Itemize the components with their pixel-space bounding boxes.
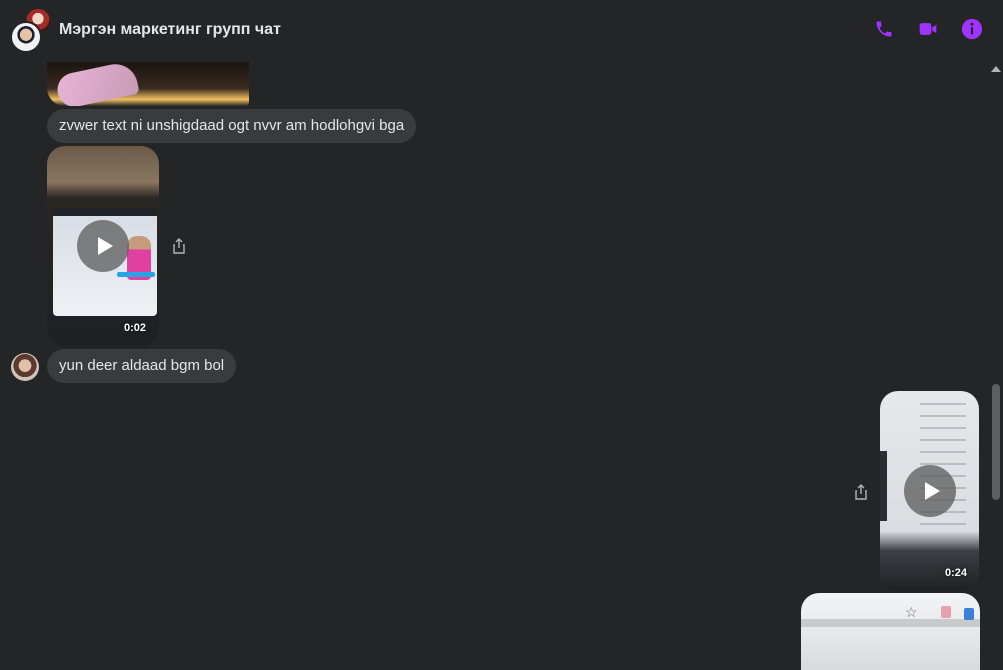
video-thumbnail bbox=[117, 272, 155, 277]
play-icon bbox=[924, 482, 940, 500]
share-button[interactable] bbox=[171, 237, 187, 255]
sender-avatar[interactable] bbox=[11, 353, 39, 381]
play-button[interactable] bbox=[77, 220, 129, 272]
phone-icon bbox=[876, 21, 892, 37]
avatar bbox=[10, 21, 42, 53]
video-attachment[interactable]: 0:02 bbox=[47, 146, 159, 346]
star-icon: ☆ bbox=[905, 604, 918, 620]
image-attachment[interactable]: ☆ bbox=[801, 593, 980, 670]
photo-content bbox=[801, 619, 980, 627]
video-call-button[interactable] bbox=[916, 17, 940, 41]
scroll-thumb[interactable] bbox=[992, 384, 1000, 500]
video-attachment[interactable]: 0:24 bbox=[880, 391, 979, 591]
share-icon bbox=[173, 238, 185, 254]
video-duration: 0:24 bbox=[945, 567, 968, 579]
audio-call-button[interactable] bbox=[872, 17, 896, 41]
video-duration: 0:02 bbox=[124, 322, 147, 334]
conversation-info-button[interactable] bbox=[960, 17, 984, 41]
chat-title[interactable]: Мэргэн маркетинг групп чат bbox=[59, 21, 281, 39]
share-button[interactable] bbox=[853, 483, 869, 501]
message-bubble[interactable]: yun deer aldaad bgm bol bbox=[47, 349, 237, 383]
play-icon bbox=[97, 237, 113, 255]
extension-icon bbox=[941, 606, 951, 618]
translate-icon bbox=[964, 608, 974, 620]
play-button[interactable] bbox=[904, 465, 956, 517]
info-icon bbox=[961, 18, 983, 40]
share-icon bbox=[855, 484, 867, 500]
video-thumbnail bbox=[880, 451, 887, 521]
group-avatar[interactable] bbox=[10, 9, 52, 53]
chat-header: Мэргэн маркетинг групп чат bbox=[0, 0, 1003, 62]
scroll-up-arrow[interactable] bbox=[991, 66, 1001, 72]
image-attachment[interactable] bbox=[47, 62, 249, 106]
video-camera-icon bbox=[919, 23, 937, 35]
photo-content bbox=[54, 62, 140, 106]
message-scrollbar[interactable] bbox=[989, 62, 1003, 670]
message-bubble[interactable]: zvwer text ni unshigdaad ogt nvvr am hod… bbox=[47, 109, 417, 143]
